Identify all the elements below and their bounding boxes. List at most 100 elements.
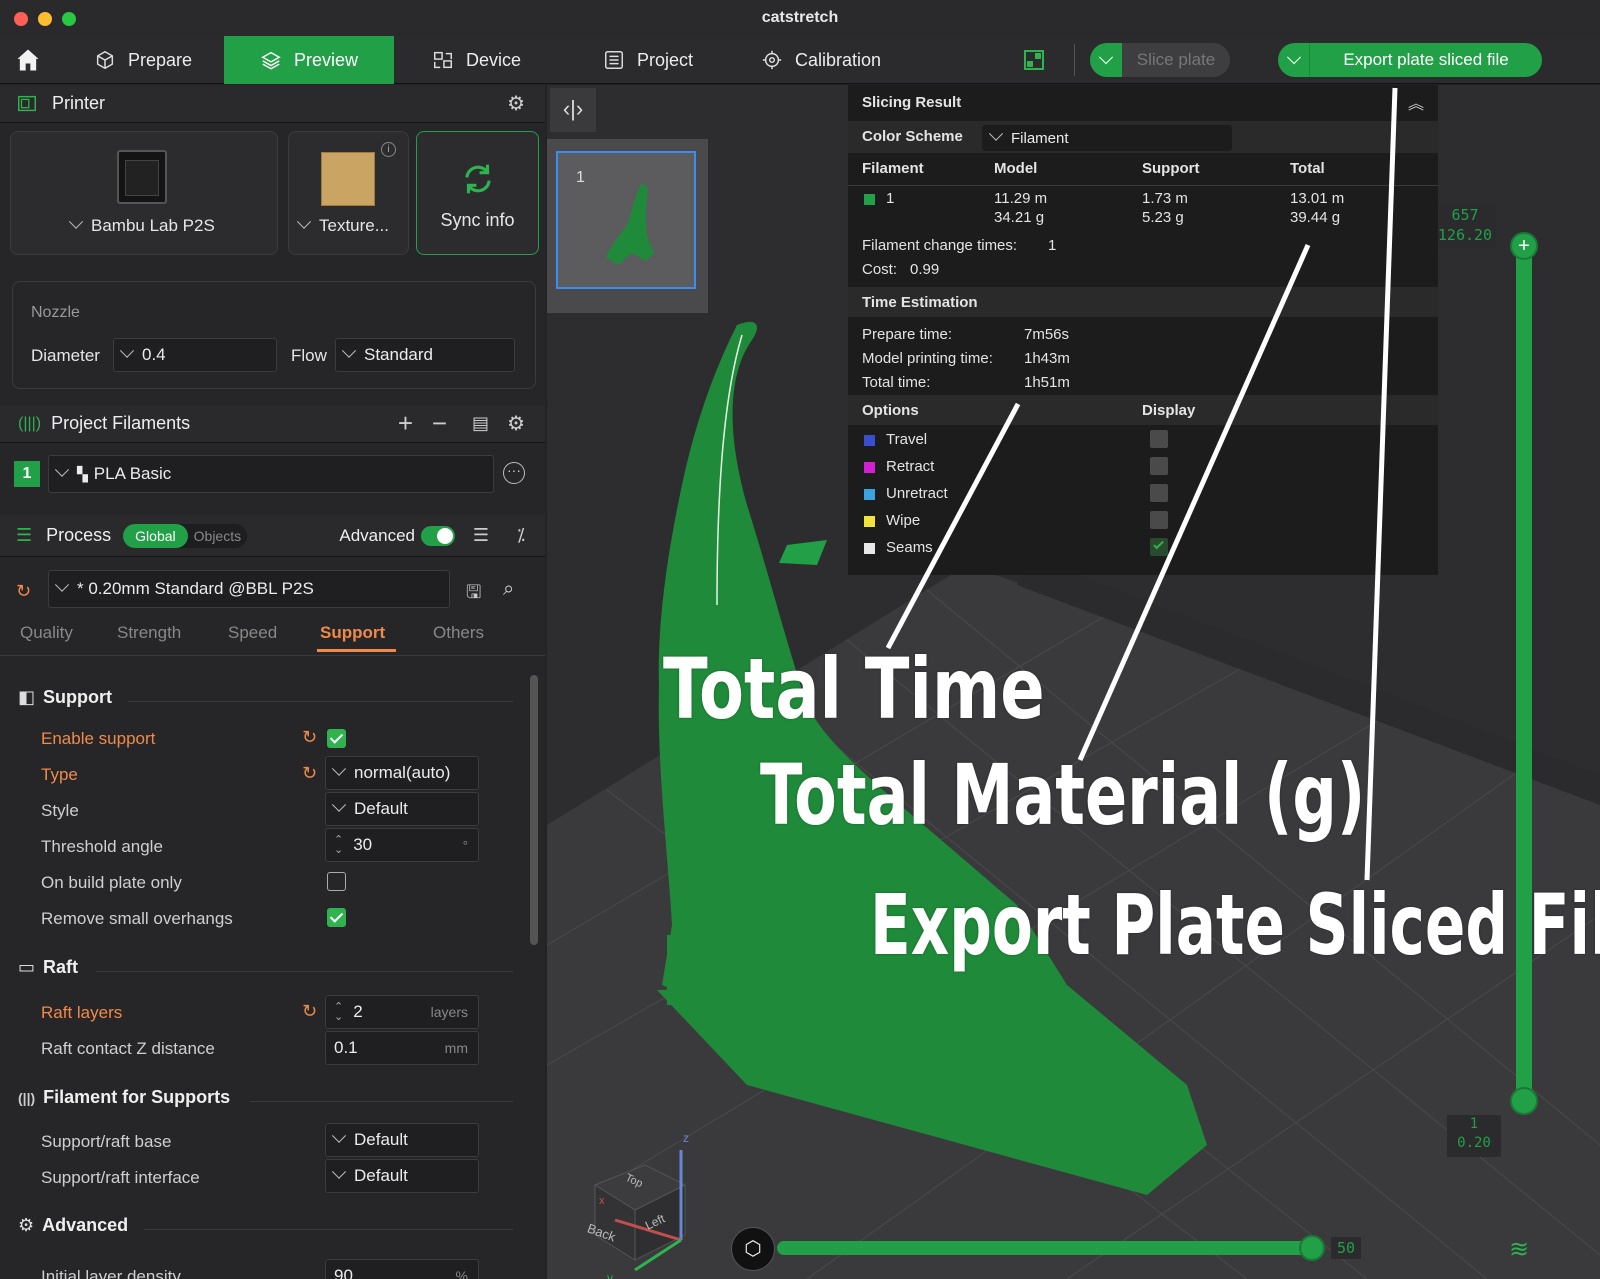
- sync-info-label: Sync info: [440, 210, 515, 230]
- process-scope-toggle[interactable]: Global Objects: [123, 523, 248, 548]
- settings-scrollbar[interactable]: [530, 675, 538, 945]
- filament-index-badge[interactable]: 1: [14, 461, 40, 487]
- color-scheme-select[interactable]: Filament: [982, 125, 1232, 151]
- move-slider-track[interactable]: [777, 1241, 1307, 1255]
- view-cube[interactable]: [575, 1125, 705, 1275]
- option-display-checkbox[interactable]: [1150, 484, 1168, 502]
- support-interface-select[interactable]: Default: [325, 1159, 479, 1193]
- filament-spool-icon: (||): [18, 1089, 36, 1106]
- options-list: Travel Retract Unretract Wipe Seams: [848, 427, 1438, 567]
- close-window-button[interactable]: [14, 12, 28, 26]
- support-type-select[interactable]: normal(auto): [325, 756, 479, 790]
- printer-settings-gear-icon[interactable]: ⚙: [507, 91, 525, 116]
- layer-slider-top-readout: 657 126.20: [1434, 203, 1496, 249]
- minimize-window-button[interactable]: [38, 12, 52, 26]
- stepper-arrows-icon[interactable]: ⌃ ⌄: [334, 835, 343, 856]
- printer-model-select[interactable]: Bambu Lab P2S: [68, 214, 215, 236]
- layer-slider-track[interactable]: [1516, 245, 1532, 1111]
- stepper-arrows-icon[interactable]: ⌃ ⌄: [334, 1002, 343, 1023]
- build-plate-only-checkbox[interactable]: [327, 872, 346, 891]
- layout-icon[interactable]: [1022, 48, 1046, 77]
- tab-speed[interactable]: Speed: [228, 623, 277, 643]
- filament-sync-icon[interactable]: ▤: [472, 413, 489, 434]
- options-header: Options Display: [848, 395, 1438, 425]
- initial-layer-density-input[interactable]: 90 %: [325, 1259, 479, 1279]
- move-slider-handle[interactable]: [1299, 1235, 1325, 1261]
- option-display-checkbox[interactable]: [1150, 430, 1168, 448]
- plate-type-select[interactable]: Texture...: [296, 214, 389, 236]
- collapse-sidebar-icon[interactable]: ‹|›: [550, 88, 596, 132]
- info-icon[interactable]: i: [381, 142, 396, 157]
- flow-select[interactable]: Standard: [335, 338, 515, 372]
- option-display-checkbox[interactable]: [1150, 457, 1168, 475]
- tab-support[interactable]: Support: [320, 623, 385, 643]
- support-style-select[interactable]: Default: [325, 792, 479, 826]
- cube-view-icon[interactable]: ⬡: [731, 1227, 775, 1271]
- slice-plate-button[interactable]: Slice plate: [1090, 43, 1230, 77]
- calibration-icon: [762, 50, 782, 70]
- printer-section-header: Printer ⚙: [0, 85, 545, 123]
- tab-device[interactable]: Device: [414, 36, 539, 84]
- support-type-label: Type: [41, 765, 78, 784]
- raft-contact-z-input[interactable]: 0.1 mm: [325, 1031, 479, 1065]
- sync-info-button[interactable]: Sync info: [416, 131, 539, 255]
- axis-y-label: y: [607, 1271, 613, 1279]
- layer-slider-top-handle[interactable]: +: [1510, 232, 1538, 260]
- list-view-icon[interactable]: ☰: [473, 525, 489, 546]
- tab-quality[interactable]: Quality: [20, 623, 73, 643]
- collapse-panel-chevron-icon[interactable]: ︽: [1408, 90, 1424, 114]
- cube-icon: [96, 50, 114, 70]
- export-plate-button[interactable]: Export plate sliced file: [1278, 43, 1542, 77]
- zoom-window-button[interactable]: [62, 12, 76, 26]
- enable-support-checkbox[interactable]: [327, 729, 346, 748]
- support-interface-value: Default: [354, 1166, 408, 1185]
- plate-card[interactable]: i Texture...: [288, 131, 409, 255]
- scope-global-option[interactable]: Global: [123, 523, 188, 548]
- annotation-total-material: Total Material (g): [760, 746, 1366, 844]
- process-preset-select[interactable]: * 0.20mm Standard @BBL P2S: [48, 570, 450, 608]
- compare-icon[interactable]: ⁒: [517, 525, 525, 546]
- advanced-toggle[interactable]: [421, 525, 455, 546]
- tab-strength[interactable]: Strength: [117, 623, 181, 643]
- preset-reset-icon[interactable]: ↻: [16, 581, 31, 602]
- tab-calibration[interactable]: Calibration: [743, 36, 899, 84]
- support-icon: ◧: [18, 687, 36, 707]
- slice-dropdown-chevron-icon[interactable]: [1090, 43, 1122, 77]
- remove-small-overhangs-checkbox[interactable]: [327, 908, 346, 927]
- filament-more-icon[interactable]: ···: [503, 462, 525, 484]
- raft-layers-reset-icon[interactable]: ↻: [302, 1001, 317, 1022]
- printer-card[interactable]: Bambu Lab P2S: [10, 131, 278, 255]
- threshold-angle-stepper[interactable]: ⌃ ⌄ 30 °: [325, 828, 479, 862]
- tab-preview[interactable]: Preview: [224, 36, 394, 84]
- tab-others[interactable]: Others: [433, 623, 484, 643]
- divider: [0, 655, 545, 656]
- search-icon[interactable]: ⌕: [503, 578, 514, 601]
- option-display-checkbox[interactable]: [1150, 538, 1168, 556]
- layers-stack-icon[interactable]: ≋: [1509, 1235, 1529, 1264]
- initial-layer-density-unit: %: [455, 1268, 468, 1279]
- export-dropdown-chevron-icon[interactable]: [1278, 43, 1310, 77]
- scope-objects-option[interactable]: Objects: [188, 524, 247, 548]
- process-layers-icon: ☰: [16, 525, 33, 545]
- tab-project[interactable]: Project: [585, 36, 711, 84]
- support-base-select[interactable]: Default: [325, 1123, 479, 1157]
- filament-settings-gear-icon[interactable]: ⚙: [507, 411, 525, 436]
- filament-select[interactable]: ▚ PLA Basic: [48, 455, 494, 493]
- support-type-reset-icon[interactable]: ↻: [302, 763, 317, 784]
- plate-thumbnail[interactable]: 1: [556, 151, 696, 289]
- tab-prepare[interactable]: Prepare: [76, 36, 210, 84]
- nozzle-title: Nozzle: [31, 304, 80, 321]
- process-tabs: Quality Strength Speed Support Others: [0, 619, 545, 653]
- home-icon[interactable]: [14, 46, 42, 79]
- save-preset-icon[interactable]: 🖫: [466, 580, 481, 610]
- slice-plate-label: Slice plate: [1136, 50, 1216, 69]
- option-display-checkbox[interactable]: [1150, 511, 1168, 529]
- model-time-label: Model printing time:: [862, 350, 993, 367]
- layer-slider-bottom-handle[interactable]: [1510, 1087, 1538, 1115]
- diameter-select[interactable]: 0.4: [113, 338, 277, 372]
- enable-support-reset-icon[interactable]: ↻: [302, 727, 317, 748]
- support-weight: 5.23 g: [1142, 209, 1184, 226]
- remove-filament-minus-icon[interactable]: −: [432, 408, 447, 439]
- raft-layers-stepper[interactable]: ⌃ ⌄ 2 layers: [325, 995, 479, 1029]
- add-filament-plus-icon[interactable]: +: [398, 408, 413, 439]
